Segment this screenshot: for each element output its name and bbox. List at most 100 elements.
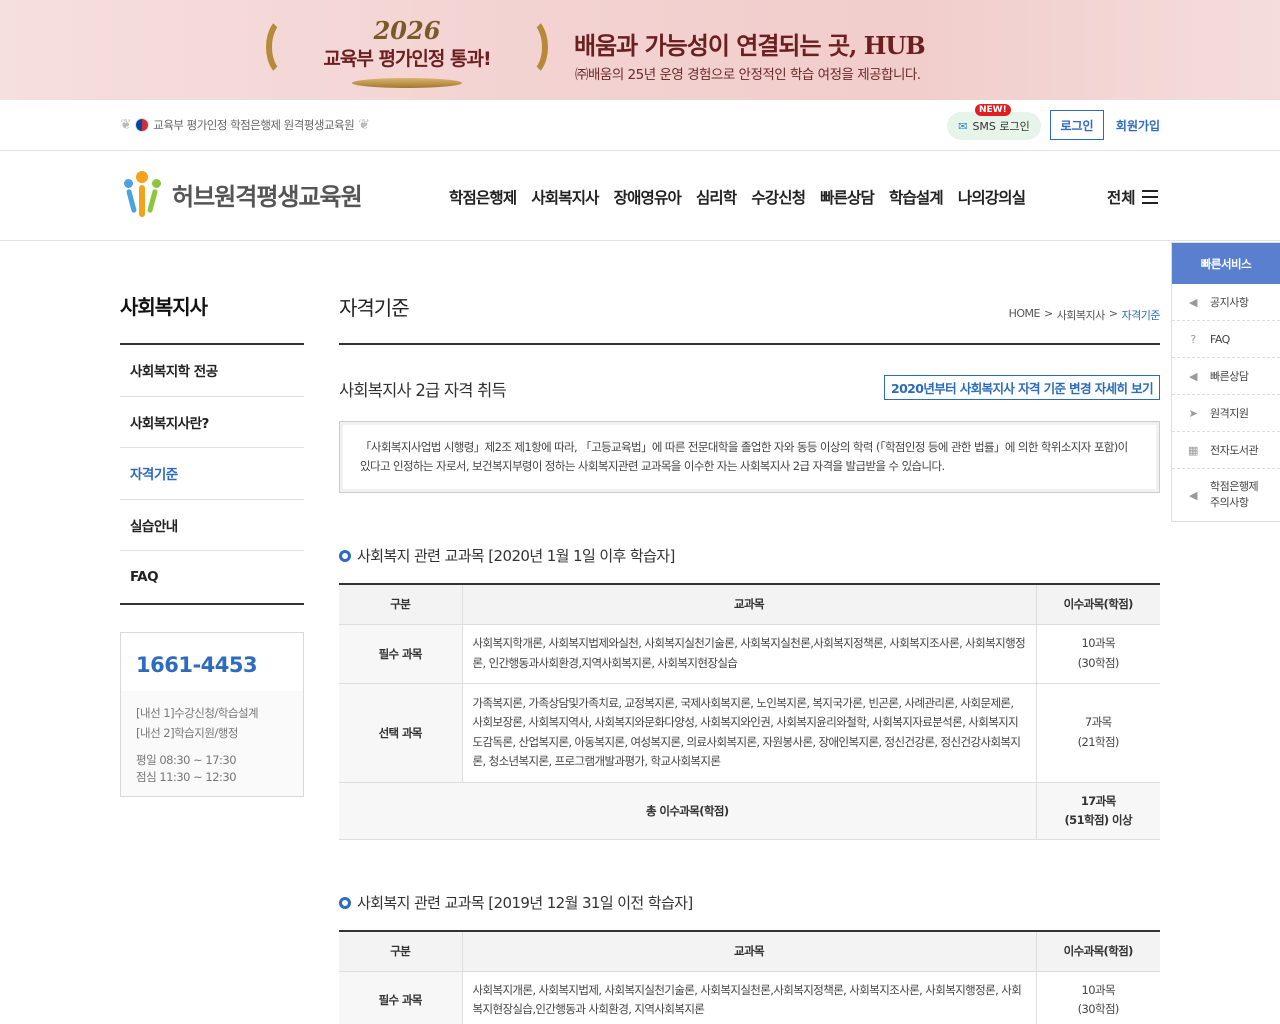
quick-item-label: FAQ [1210, 332, 1230, 346]
table-row: 선택 과목 가족복지론, 가족상담및가족치료, 교정복지론, 국제사회복지론, … [339, 683, 1160, 783]
credit-count: 10과목 [1081, 982, 1116, 997]
col-credits: 이수과목(학점) [1036, 931, 1160, 972]
megaphone-icon: ◀ [1189, 488, 1197, 502]
quick-item-label: 학점은행제 주의사항 [1210, 479, 1259, 511]
quick-item-notice[interactable]: ◀ 공지사항 [1172, 284, 1280, 321]
logo-name: 허브원격평생교육원 [172, 182, 363, 211]
section-title: 사회복지사 2급 자격 취득 [339, 381, 507, 400]
nav-psychology[interactable]: 심리학 [696, 186, 737, 208]
breadcrumb-home[interactable]: HOME [1009, 307, 1041, 323]
sidebar-item-qualification[interactable]: 자격기준 [120, 448, 304, 500]
row-credits: 7과목 (21학점) [1036, 683, 1160, 783]
laurel-icon: ❦ [358, 117, 370, 133]
total-credits: 17과목 (51학점) 이상 [1036, 782, 1160, 840]
bullet-circle-icon [339, 549, 351, 562]
sidebar-menu: 사회복지학 전공 사회복지사란? 자격기준 실습안내 FAQ [120, 343, 304, 605]
table-total-row: 총 이수과목(학점) 17과목 (51학점) 이상 [339, 782, 1160, 840]
col-credits: 이수과목(학점) [1036, 584, 1160, 625]
notice-line-2: 있다고 인정하는 자로서, 보건복지부령이 정하는 사회복지관련 교과목을 이수… [360, 459, 945, 473]
logo-people-icon [120, 169, 164, 219]
table1-heading: 사회복지 관련 교과목 [2020년 1월 1일 이후 학습자] [339, 545, 675, 566]
cert-label: 교육부 평가인정 학점은행제 원격평생교육원 [153, 118, 355, 132]
row-subjects: 가족복지론, 가족상담및가족치료, 교정복지론, 국제사회복지론, 노인복지론,… [462, 683, 1037, 783]
row-type: 선택 과목 [339, 683, 463, 783]
subjects-table-2019: 구분 교과목 이수과목(학점) 필수 과목 사회복지개론, 사회복지법제, 사회… [339, 930, 1160, 1024]
nav-disabled-infant[interactable]: 장애영유아 [614, 186, 682, 208]
quick-item-cautions[interactable]: ◀ 학점은행제 주의사항 [1172, 469, 1280, 521]
hamburger-icon [1141, 190, 1158, 204]
subjects-table-2020: 구분 교과목 이수과목(학점) 필수 과목 사회복지학개론, 사회복지법제와실천… [339, 583, 1160, 840]
mail-icon: ✉ [958, 119, 968, 133]
login-button[interactable]: 로그인 [1050, 110, 1104, 140]
row-subjects: 사회복지개론, 사회복지법제, 사회복지실천기술론, 사회복지실천론,사회복지정… [462, 971, 1037, 1024]
title-divider [339, 343, 1160, 345]
utility-bar: ❦ 교육부 평가인정 학점은행제 원격평생교육원 ❦ NEW! ✉ SMS 로그… [0, 100, 1280, 151]
sidebar-item-faq[interactable]: FAQ [120, 551, 304, 603]
quick-item-consult[interactable]: ◀ 빠른상담 [1172, 358, 1280, 395]
certification-badge: 2026 교육부 평가인정 통과! [262, 16, 552, 90]
cs-hours-lunch: 점심 11:30 ~ 12:30 [136, 770, 237, 784]
all-menu-label: 전체 [1107, 189, 1136, 207]
credit-points: (30학점) [1077, 1002, 1120, 1016]
nav-social-worker[interactable]: 사회복지사 [531, 186, 599, 208]
cs-line-2: [내선 2]학습지원/행정 [136, 726, 238, 740]
question-icon: ? [1190, 332, 1196, 346]
row-subjects: 사회복지학개론, 사회복지법제와실천, 사회복지실천기술론, 사회복지실천론,사… [462, 624, 1037, 684]
all-menu-button[interactable]: 전체 [1107, 186, 1158, 208]
cs-hours-weekday: 평일 08:30 ~ 17:30 [136, 753, 237, 767]
qualification-notice: 「사회복지사업법 시행령」제2조 제1항에 따라, 「고등교육법」에 따른 전문… [339, 421, 1160, 493]
col-type: 구분 [339, 584, 463, 625]
megaphone-icon: ◀ [1189, 295, 1197, 309]
sidebar-item-practicum[interactable]: 실습안내 [120, 500, 304, 551]
row-type: 필수 과목 [339, 971, 463, 1024]
cs-line-1: [내선 1]수강신청/학습설계 [136, 706, 259, 720]
nav-study-design[interactable]: 학습설계 [889, 186, 944, 208]
bullet-circle-icon [339, 896, 351, 909]
quick-item-remote-support[interactable]: ➤ 원격지원 [1172, 395, 1280, 432]
banner-subtitle: ㈜배움의 25년 운영 경험으로 안정적인 학습 여정을 제공합니다. [575, 67, 921, 83]
join-button[interactable]: 회원가입 [1112, 110, 1164, 140]
page-title: 자격기준 [339, 296, 410, 320]
sms-login-label: SMS 로그인 [972, 120, 1030, 133]
quick-item-label-line1: 학점은행제 [1210, 480, 1259, 493]
sidebar-item-about[interactable]: 사회복지사란? [120, 397, 304, 448]
criteria-change-button[interactable]: 2020년부터 사회복지사 자격 기준 변경 자세히 보기 [884, 375, 1160, 400]
breadcrumb-sep: > [1043, 307, 1053, 320]
quick-item-faq[interactable]: ? FAQ [1172, 321, 1280, 358]
table1-heading-text: 사회복지 관련 교과목 [2020년 1월 1일 이후 학습자] [357, 547, 675, 565]
library-icon: ▦ [1188, 443, 1198, 457]
quick-service-panel: 빠른서비스 ◀ 공지사항 ? FAQ ◀ 빠른상담 ➤ 원격지원 ▦ 전자도서관… [1171, 242, 1280, 522]
credit-points: (30학점) [1077, 655, 1120, 670]
main-header: 허브원격평생교육원 학점은행제 사회복지사 장애영유아 심리학 수강신청 빠른상… [0, 151, 1280, 241]
breadcrumb: HOME > 사회복지사 > 자격기준 [1009, 307, 1161, 323]
col-subjects: 교과목 [462, 931, 1037, 972]
site-logo[interactable]: 허브원격평생교육원 [120, 169, 363, 219]
col-type: 구분 [339, 931, 463, 972]
nav-credit-bank[interactable]: 학점은행제 [449, 186, 517, 208]
top-promo-banner[interactable]: 2026 교육부 평가인정 통과! 배움과 가능성이 연결되는 곳, HUB ㈜… [0, 0, 1280, 100]
laurel-icon: ❦ [120, 117, 132, 133]
breadcrumb-sep: > [1108, 307, 1118, 320]
korea-flag-icon [135, 118, 150, 132]
row-credits: 10과목 (30학점) [1036, 624, 1160, 684]
sms-login-button[interactable]: NEW! ✉ SMS 로그인 [947, 104, 1041, 140]
customer-service-box: 1661-4453 [내선 1]수강신청/학습설계 [내선 2]학습지원/행정 … [120, 632, 304, 797]
cs-phone[interactable]: 1661-4453 [136, 653, 303, 677]
table-row: 필수 과목 사회복지학개론, 사회복지법제와실천, 사회복지실천기술론, 사회복… [339, 624, 1160, 684]
quick-item-label: 공지사항 [1210, 296, 1249, 309]
quick-item-library[interactable]: ▦ 전자도서관 [1172, 432, 1280, 469]
credit-count: 10과목 [1081, 636, 1116, 650]
banner-tagline: 배움과 가능성이 연결되는 곳, HUB [574, 31, 926, 60]
nav-quick-consult[interactable]: 빠른상담 [820, 186, 875, 208]
quick-item-label: 전자도서관 [1210, 444, 1259, 457]
badge-base [352, 78, 462, 88]
total-count: 17과목 [1080, 793, 1116, 808]
breadcrumb-section[interactable]: 사회복지사 [1057, 307, 1106, 323]
row-type: 필수 과목 [339, 624, 463, 684]
sidebar-item-major[interactable]: 사회복지학 전공 [120, 345, 304, 397]
breadcrumb-current: 자격기준 [1121, 309, 1161, 322]
quick-item-label-line2: 주의사항 [1210, 496, 1249, 509]
nav-my-classroom[interactable]: 나의강의실 [958, 186, 1026, 208]
cursor-icon: ➤ [1188, 406, 1198, 420]
nav-enroll[interactable]: 수강신청 [751, 186, 806, 208]
